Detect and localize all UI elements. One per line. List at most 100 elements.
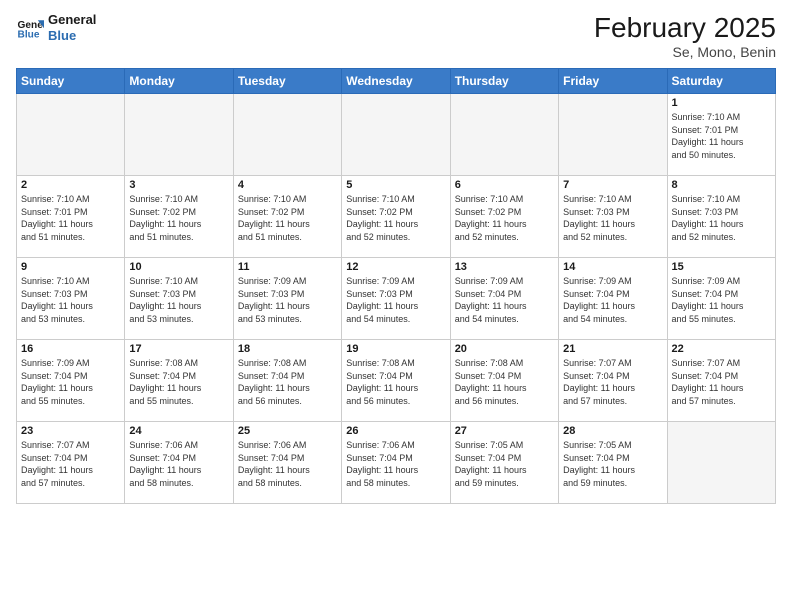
day-info: Sunrise: 7:06 AM Sunset: 7:04 PM Dayligh… [346, 439, 445, 489]
calendar-cell: 14 Sunrise: 7:09 AM Sunset: 7:04 PM Dayli… [559, 258, 667, 340]
calendar-cell: 6 Sunrise: 7:10 AM Sunset: 7:02 PM Daylig… [450, 176, 558, 258]
day-info: Sunrise: 7:09 AM Sunset: 7:04 PM Dayligh… [21, 357, 120, 407]
logo-line1: General [48, 12, 96, 28]
day-info: Sunrise: 7:08 AM Sunset: 7:04 PM Dayligh… [346, 357, 445, 407]
calendar-cell: 7 Sunrise: 7:10 AM Sunset: 7:03 PM Daylig… [559, 176, 667, 258]
calendar-cell: 24 Sunrise: 7:06 AM Sunset: 7:04 PM Dayli… [125, 422, 233, 504]
calendar-cell: 10 Sunrise: 7:10 AM Sunset: 7:03 PM Dayli… [125, 258, 233, 340]
day-info: Sunrise: 7:07 AM Sunset: 7:04 PM Dayligh… [21, 439, 120, 489]
day-info: Sunrise: 7:10 AM Sunset: 7:01 PM Dayligh… [672, 111, 771, 161]
day-number: 23 [21, 425, 120, 437]
day-info: Sunrise: 7:10 AM Sunset: 7:02 PM Dayligh… [346, 193, 445, 243]
day-info: Sunrise: 7:10 AM Sunset: 7:03 PM Dayligh… [21, 275, 120, 325]
calendar-title: February 2025 [594, 12, 776, 44]
weekday-header: Wednesday [342, 69, 450, 94]
calendar-cell: 22Sunrise: 7:07 AM Sunset: 7:04 PM Dayli… [667, 340, 775, 422]
calendar-table: SundayMondayTuesdayWednesdayThursdayFrid… [16, 68, 776, 504]
day-info: Sunrise: 7:06 AM Sunset: 7:04 PM Dayligh… [129, 439, 228, 489]
calendar-cell: 15 Sunrise: 7:09 AM Sunset: 7:04 PM Dayli… [667, 258, 775, 340]
svg-text:Blue: Blue [18, 29, 40, 40]
day-number: 8 [672, 179, 771, 191]
week-row: 16 Sunrise: 7:09 AM Sunset: 7:04 PM Dayli… [17, 340, 776, 422]
day-number: 21 [563, 343, 662, 355]
weekday-header: Saturday [667, 69, 775, 94]
calendar-cell: 12Sunrise: 7:09 AM Sunset: 7:03 PM Dayli… [342, 258, 450, 340]
calendar-cell: 4 Sunrise: 7:10 AM Sunset: 7:02 PM Daylig… [233, 176, 341, 258]
day-number: 12 [346, 261, 445, 273]
day-number: 13 [455, 261, 554, 273]
day-number: 7 [563, 179, 662, 191]
calendar-cell: 5 Sunrise: 7:10 AM Sunset: 7:02 PM Daylig… [342, 176, 450, 258]
calendar-cell: 20 Sunrise: 7:08 AM Sunset: 7:04 PM Dayli… [450, 340, 558, 422]
logo: General Blue General Blue [16, 12, 96, 43]
day-number: 15 [672, 261, 771, 273]
weekday-header: Thursday [450, 69, 558, 94]
calendar-subtitle: Se, Mono, Benin [594, 44, 776, 60]
day-info: Sunrise: 7:06 AM Sunset: 7:04 PM Dayligh… [238, 439, 337, 489]
calendar-cell: 19Sunrise: 7:08 AM Sunset: 7:04 PM Dayli… [342, 340, 450, 422]
calendar-cell: 18Sunrise: 7:08 AM Sunset: 7:04 PM Dayli… [233, 340, 341, 422]
day-info: Sunrise: 7:10 AM Sunset: 7:03 PM Dayligh… [672, 193, 771, 243]
calendar-cell: 3Sunrise: 7:10 AM Sunset: 7:02 PM Daylig… [125, 176, 233, 258]
day-number: 4 [238, 179, 337, 191]
calendar-cell [17, 94, 125, 176]
day-number: 14 [563, 261, 662, 273]
weekday-header-row: SundayMondayTuesdayWednesdayThursdayFrid… [17, 69, 776, 94]
calendar-cell: 13 Sunrise: 7:09 AM Sunset: 7:04 PM Dayli… [450, 258, 558, 340]
calendar-cell [342, 94, 450, 176]
day-info: Sunrise: 7:09 AM Sunset: 7:04 PM Dayligh… [563, 275, 662, 325]
day-number: 10 [129, 261, 228, 273]
calendar-cell [450, 94, 558, 176]
day-number: 16 [21, 343, 120, 355]
weekday-header: Friday [559, 69, 667, 94]
day-info: Sunrise: 7:10 AM Sunset: 7:01 PM Dayligh… [21, 193, 120, 243]
day-info: Sunrise: 7:09 AM Sunset: 7:04 PM Dayligh… [672, 275, 771, 325]
day-number: 20 [455, 343, 554, 355]
calendar-cell: 8 Sunrise: 7:10 AM Sunset: 7:03 PM Daylig… [667, 176, 775, 258]
calendar-cell: 28Sunrise: 7:05 AM Sunset: 7:04 PM Dayli… [559, 422, 667, 504]
day-number: 25 [238, 425, 337, 437]
weekday-header: Monday [125, 69, 233, 94]
logo-line2: Blue [48, 28, 96, 44]
calendar-cell [233, 94, 341, 176]
week-row: 1 Sunrise: 7:10 AM Sunset: 7:01 PM Daylig… [17, 94, 776, 176]
day-number: 17 [129, 343, 228, 355]
day-info: Sunrise: 7:10 AM Sunset: 7:03 PM Dayligh… [563, 193, 662, 243]
weekday-header: Tuesday [233, 69, 341, 94]
day-info: Sunrise: 7:10 AM Sunset: 7:02 PM Dayligh… [238, 193, 337, 243]
day-number: 1 [672, 97, 771, 109]
day-number: 2 [21, 179, 120, 191]
day-number: 5 [346, 179, 445, 191]
day-number: 18 [238, 343, 337, 355]
day-number: 22 [672, 343, 771, 355]
day-info: Sunrise: 7:08 AM Sunset: 7:04 PM Dayligh… [455, 357, 554, 407]
day-number: 11 [238, 261, 337, 273]
day-number: 9 [21, 261, 120, 273]
day-number: 24 [129, 425, 228, 437]
calendar-cell: 21 Sunrise: 7:07 AM Sunset: 7:04 PM Dayli… [559, 340, 667, 422]
day-number: 27 [455, 425, 554, 437]
day-number: 28 [563, 425, 662, 437]
day-info: Sunrise: 7:09 AM Sunset: 7:04 PM Dayligh… [455, 275, 554, 325]
day-info: Sunrise: 7:08 AM Sunset: 7:04 PM Dayligh… [129, 357, 228, 407]
week-row: 23 Sunrise: 7:07 AM Sunset: 7:04 PM Dayli… [17, 422, 776, 504]
page: General Blue General Blue February 2025 … [0, 0, 792, 612]
calendar-cell: 17 Sunrise: 7:08 AM Sunset: 7:04 PM Dayli… [125, 340, 233, 422]
day-info: Sunrise: 7:10 AM Sunset: 7:02 PM Dayligh… [455, 193, 554, 243]
day-info: Sunrise: 7:05 AM Sunset: 7:04 PM Dayligh… [455, 439, 554, 489]
week-row: 9 Sunrise: 7:10 AM Sunset: 7:03 PM Daylig… [17, 258, 776, 340]
day-info: Sunrise: 7:07 AM Sunset: 7:04 PM Dayligh… [563, 357, 662, 407]
week-row: 2 Sunrise: 7:10 AM Sunset: 7:01 PM Daylig… [17, 176, 776, 258]
calendar-cell: 16 Sunrise: 7:09 AM Sunset: 7:04 PM Dayli… [17, 340, 125, 422]
calendar-cell: 9 Sunrise: 7:10 AM Sunset: 7:03 PM Daylig… [17, 258, 125, 340]
weekday-header: Sunday [17, 69, 125, 94]
calendar-cell [559, 94, 667, 176]
day-info: Sunrise: 7:10 AM Sunset: 7:03 PM Dayligh… [129, 275, 228, 325]
calendar-cell: 23 Sunrise: 7:07 AM Sunset: 7:04 PM Dayli… [17, 422, 125, 504]
header: General Blue General Blue February 2025 … [16, 12, 776, 60]
calendar-cell: 11Sunrise: 7:09 AM Sunset: 7:03 PM Dayli… [233, 258, 341, 340]
calendar-cell [667, 422, 775, 504]
day-number: 6 [455, 179, 554, 191]
calendar-cell [125, 94, 233, 176]
calendar-cell: 27 Sunrise: 7:05 AM Sunset: 7:04 PM Dayli… [450, 422, 558, 504]
